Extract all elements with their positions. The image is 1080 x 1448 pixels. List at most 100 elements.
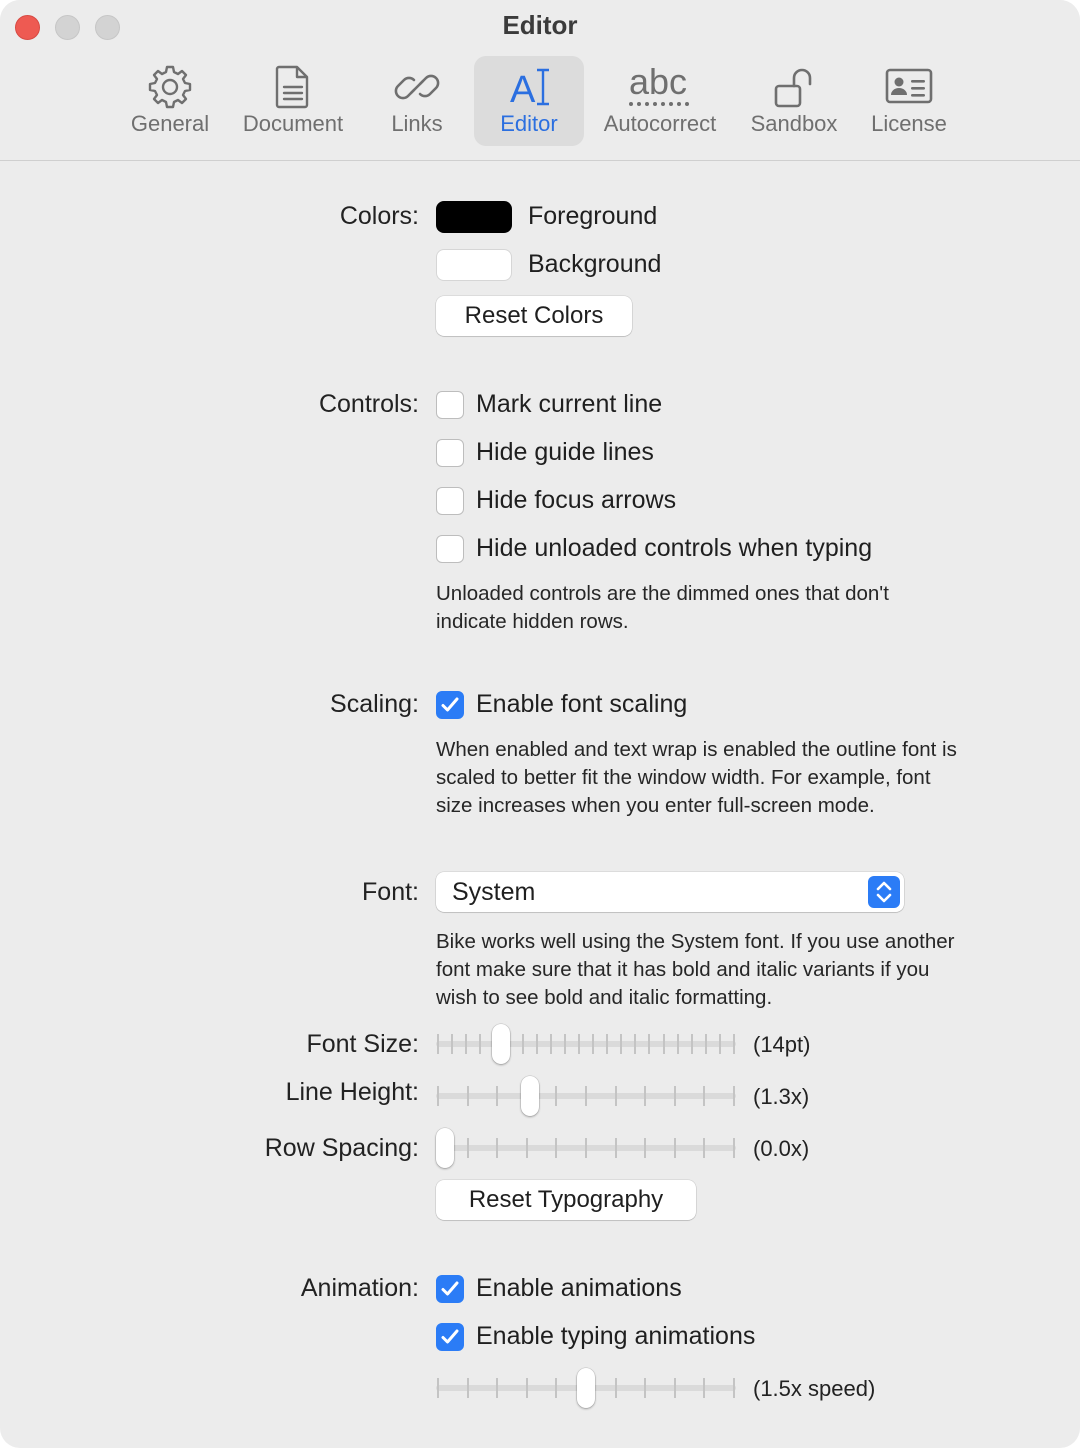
- abc-icon: abc: [596, 64, 724, 112]
- controls-note: Unloaded controls are the dimmed ones th…: [436, 582, 889, 633]
- tab-links[interactable]: Links: [375, 56, 459, 146]
- hide-unloaded-controls-label: Hide unloaded controls when typing: [476, 534, 873, 562]
- row-spacing-value: (0.0x): [753, 1136, 810, 1161]
- slider-tick: [555, 1086, 558, 1106]
- slider-tick: [704, 1034, 707, 1054]
- slider-thumb[interactable]: [436, 1128, 454, 1168]
- slider-thumb[interactable]: [520, 1076, 539, 1116]
- slider-tick: [496, 1086, 499, 1106]
- slider-tick: [620, 1034, 623, 1054]
- slider-tick: [703, 1086, 706, 1106]
- up-down-chevron-icon: [868, 876, 900, 908]
- unlocked-icon: [744, 64, 844, 112]
- slider-thumb[interactable]: [577, 1368, 595, 1408]
- animation-speed-slider[interactable]: [436, 1368, 736, 1408]
- font-size-slider[interactable]: [436, 1024, 736, 1064]
- font-size-label: Font Size:: [306, 1030, 419, 1058]
- tab-autocorrect[interactable]: abc Autocorrect: [596, 56, 724, 146]
- hide-guide-lines-label: Hide guide lines: [476, 438, 654, 466]
- slider-tick: [592, 1034, 595, 1054]
- tab-document-label: Document: [242, 111, 344, 136]
- slider-tick: [644, 1138, 647, 1158]
- tab-general-label: General: [130, 111, 210, 136]
- window-title: Editor: [502, 10, 578, 40]
- slider-tick: [703, 1138, 706, 1158]
- svg-text:A: A: [510, 69, 536, 110]
- font-label: Font:: [362, 878, 419, 906]
- slider-tick: [606, 1034, 609, 1054]
- mark-current-line-checkbox[interactable]: [436, 391, 464, 419]
- slider-tick: [555, 1138, 558, 1158]
- row-spacing-label: Row Spacing:: [264, 1134, 419, 1162]
- tab-sandbox-label: Sandbox: [750, 111, 838, 136]
- checkmark-icon: [441, 697, 459, 712]
- slider-tick: [634, 1034, 637, 1054]
- font-popup-button[interactable]: System: [436, 872, 904, 912]
- slider-tick: [479, 1034, 482, 1054]
- slider-tick: [673, 1138, 676, 1158]
- slider-tick: [585, 1138, 587, 1158]
- slider-thumb[interactable]: [492, 1024, 511, 1064]
- scaling-label: Scaling:: [330, 690, 419, 718]
- slider-tick: [733, 1086, 735, 1106]
- slider-tick: [673, 1086, 676, 1106]
- font-selected-value: System: [452, 878, 536, 906]
- line-height-slider[interactable]: [436, 1076, 736, 1116]
- tab-editor[interactable]: A Editor: [474, 56, 584, 146]
- enable-typing-animations-label: Enable typing animations: [476, 1322, 756, 1350]
- slider-tick: [549, 1034, 552, 1054]
- slider-tick: [525, 1378, 528, 1398]
- slider-tick: [466, 1378, 469, 1398]
- reset-colors-button[interactable]: Reset Colors: [436, 296, 632, 336]
- slider-tick: [535, 1034, 538, 1054]
- hide-unloaded-controls-checkbox[interactable]: [436, 535, 464, 563]
- slider-tick: [437, 1034, 439, 1054]
- slider-tick: [465, 1034, 468, 1054]
- tab-autocorrect-label: Autocorrect: [603, 111, 717, 136]
- text-cursor-icon: A: [474, 64, 584, 112]
- hide-focus-arrows-checkbox[interactable]: [436, 487, 464, 515]
- background-color-well[interactable]: [436, 249, 512, 281]
- slider-tick: [437, 1378, 439, 1398]
- reset-typography-button[interactable]: Reset Typography: [436, 1180, 696, 1220]
- colors-label: Colors:: [339, 202, 419, 230]
- tab-general[interactable]: General: [120, 56, 220, 146]
- slider-tick: [555, 1378, 558, 1398]
- enable-typing-animations-checkbox[interactable]: [436, 1323, 464, 1351]
- tab-license[interactable]: License: [862, 56, 956, 146]
- foreground-label: Foreground: [528, 202, 658, 230]
- slider-tick: [563, 1034, 566, 1054]
- tab-sandbox[interactable]: Sandbox: [744, 56, 844, 146]
- slider-tick: [690, 1034, 693, 1054]
- slider-tick: [437, 1086, 439, 1106]
- font-note: Bike works well using the System font. I…: [436, 930, 955, 1009]
- slider-tick: [466, 1086, 469, 1106]
- slider-tick: [614, 1138, 617, 1158]
- foreground-color-well[interactable]: [436, 201, 512, 233]
- document-icon: [233, 64, 353, 112]
- slider-tick: [644, 1086, 647, 1106]
- slider-tick: [673, 1378, 676, 1398]
- slider-tick: [648, 1034, 651, 1054]
- slider-tick: [676, 1034, 679, 1054]
- slider-tick: [614, 1086, 617, 1106]
- controls-label: Controls:: [318, 390, 419, 418]
- slider-tick: [614, 1378, 617, 1398]
- slider-tick: [521, 1034, 524, 1054]
- slider-tick: [662, 1034, 665, 1054]
- animation-label: Animation:: [300, 1274, 419, 1302]
- hide-focus-arrows-label: Hide focus arrows: [476, 486, 677, 514]
- enable-animations-checkbox[interactable]: [436, 1275, 464, 1303]
- hide-guide-lines-checkbox[interactable]: [436, 439, 464, 467]
- enable-font-scaling-checkbox[interactable]: [436, 691, 464, 719]
- slider-tick: [577, 1034, 580, 1054]
- row-spacing-slider[interactable]: [436, 1128, 736, 1168]
- checkmark-icon: [441, 1281, 459, 1296]
- animation-speed-value: (1.5x speed): [753, 1376, 876, 1401]
- slider-tick: [644, 1378, 647, 1398]
- slider-tick: [451, 1034, 454, 1054]
- tab-document[interactable]: Document: [233, 56, 353, 146]
- font-size-value: (14pt): [753, 1032, 811, 1057]
- slider-tick: [733, 1034, 735, 1054]
- slider-tick: [525, 1138, 528, 1158]
